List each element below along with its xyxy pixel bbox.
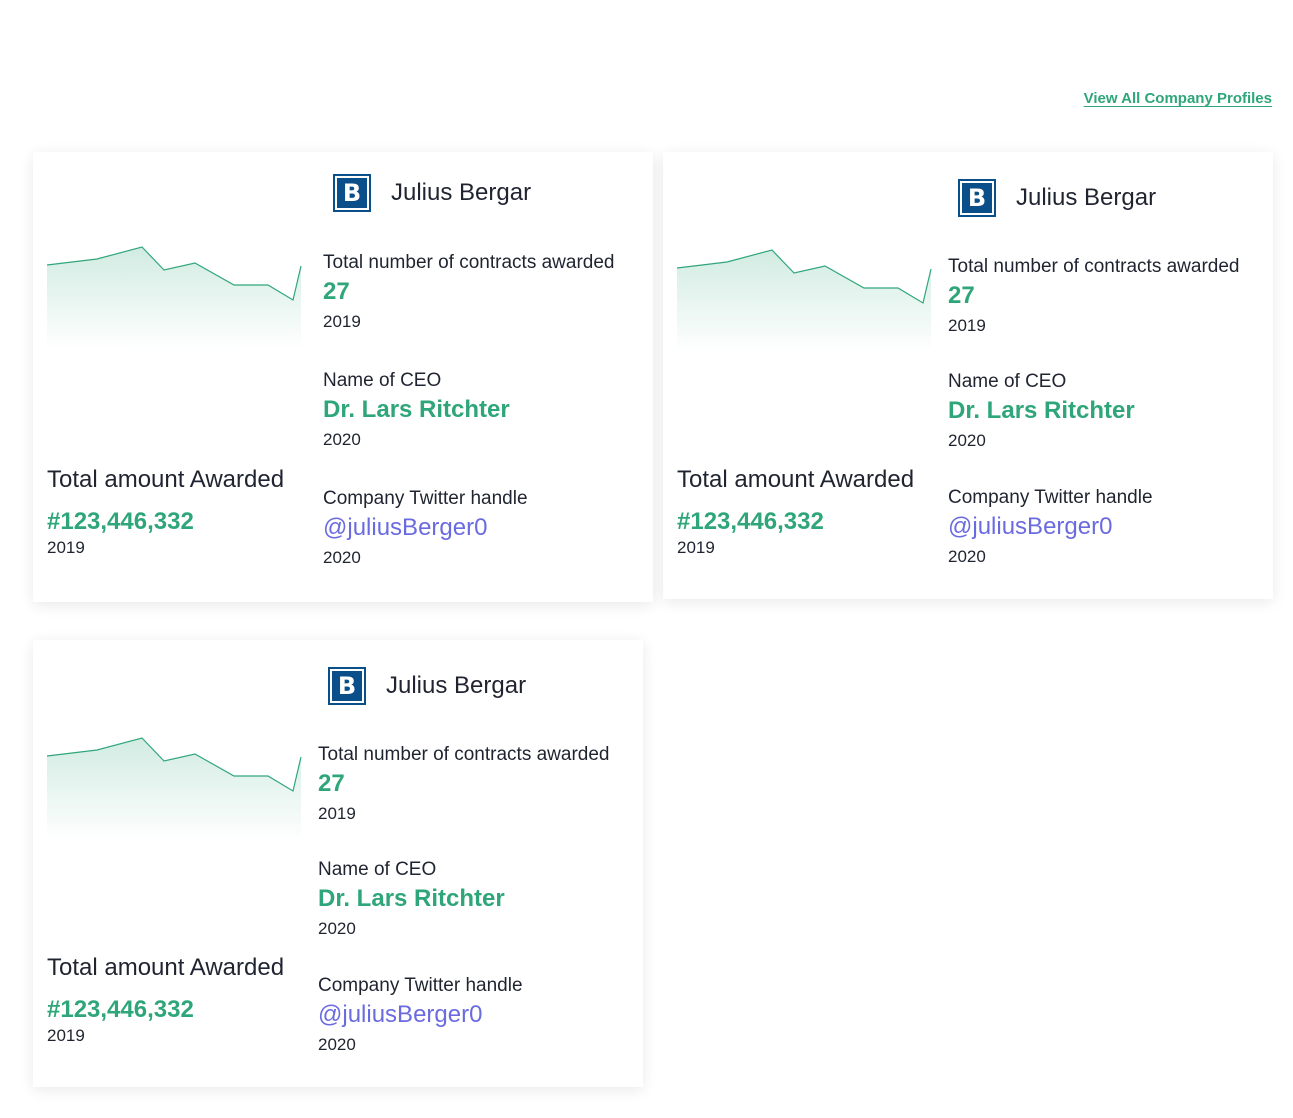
company-header: B Julius Bergar (328, 667, 526, 705)
trend-sparkline-icon (47, 246, 302, 350)
amount-value: #123,446,332 (47, 508, 194, 535)
contracts-value: 27 (318, 770, 345, 797)
twitter-info: Company Twitter handle @juliusBerger0 20… (318, 975, 523, 1055)
twitter-info: Company Twitter handle @juliusBerger0 20… (948, 487, 1153, 567)
logo-letter: B (337, 178, 367, 208)
company-name: Julius Bergar (391, 179, 532, 206)
ceo-label: Name of CEO (323, 370, 442, 391)
amount-label: Total amount Awarded (47, 954, 285, 981)
twitter-year: 2020 (948, 547, 986, 566)
company-card[interactable]: B Julius Bergar Total number of contract… (33, 640, 643, 1087)
ceo-value: Dr. Lars Ritchter (948, 397, 1135, 424)
company-logo-icon: B (958, 179, 996, 217)
company-card[interactable]: B Julius Bergar Total number of contract… (33, 152, 653, 602)
amount-label: Total amount Awarded (677, 466, 915, 493)
amount-awarded-block: Total amount Awarded #123,446,332 2019 (677, 466, 914, 558)
contracts-label: Total number of contracts awarded (318, 744, 610, 765)
twitter-handle-link[interactable]: @juliusBerger0 (323, 514, 528, 542)
amount-awarded-block: Total amount Awarded #123,446,332 2019 (47, 954, 284, 1046)
ceo-value: Dr. Lars Ritchter (318, 885, 505, 912)
amount-value: #123,446,332 (677, 508, 824, 535)
contracts-label: Total number of contracts awarded (948, 256, 1240, 277)
ceo-info: Name of CEO Dr. Lars Ritchter 2020 (318, 859, 505, 939)
company-logo-icon: B (328, 667, 366, 705)
contracts-value: 27 (948, 282, 975, 309)
trend-sparkline-icon (677, 249, 932, 353)
amount-value: #123,446,332 (47, 996, 194, 1023)
ceo-label: Name of CEO (318, 859, 437, 880)
company-profiles-page: View All Company Profiles B Julius Berga… (0, 0, 1293, 1118)
amount-awarded-block: Total amount Awarded #123,446,332 2019 (47, 466, 284, 558)
twitter-year: 2020 (318, 1035, 356, 1054)
ceo-info: Name of CEO Dr. Lars Ritchter 2020 (323, 370, 510, 450)
company-name: Julius Bergar (386, 672, 527, 699)
company-card[interactable]: B Julius Bergar Total number of contract… (663, 152, 1273, 599)
twitter-handle-link[interactable]: @juliusBerger0 (948, 513, 1153, 541)
twitter-label: Company Twitter handle (318, 975, 523, 996)
contracts-info: Total number of contracts awarded 27 201… (948, 256, 1240, 336)
ceo-year: 2020 (318, 919, 356, 938)
twitter-handle-link[interactable]: @juliusBerger0 (318, 1001, 523, 1029)
twitter-label: Company Twitter handle (948, 487, 1153, 508)
ceo-info: Name of CEO Dr. Lars Ritchter 2020 (948, 371, 1135, 451)
contracts-year: 2019 (948, 316, 986, 335)
twitter-year: 2020 (323, 548, 361, 567)
company-name: Julius Bergar (1016, 184, 1157, 211)
amount-year: 2019 (47, 1026, 85, 1045)
ceo-year: 2020 (948, 431, 986, 450)
view-all-company-profiles-link[interactable]: View All Company Profiles (1084, 90, 1272, 107)
logo-letter: B (332, 671, 362, 701)
contracts-info: Total number of contracts awarded 27 201… (318, 744, 610, 824)
trend-sparkline-icon (47, 737, 302, 841)
amount-year: 2019 (677, 538, 715, 557)
contracts-label: Total number of contracts awarded (323, 252, 615, 273)
company-header: B Julius Bergar (958, 179, 1156, 217)
ceo-value: Dr. Lars Ritchter (323, 396, 510, 423)
contracts-value: 27 (323, 278, 350, 305)
ceo-label: Name of CEO (948, 371, 1067, 392)
amount-label: Total amount Awarded (47, 466, 285, 493)
company-logo-icon: B (333, 174, 371, 212)
amount-year: 2019 (47, 538, 85, 557)
contracts-year: 2019 (318, 804, 356, 823)
twitter-info: Company Twitter handle @juliusBerger0 20… (323, 488, 528, 568)
contracts-year: 2019 (323, 312, 361, 331)
company-header: B Julius Bergar (333, 174, 531, 212)
logo-letter: B (962, 183, 992, 213)
twitter-label: Company Twitter handle (323, 488, 528, 509)
contracts-info: Total number of contracts awarded 27 201… (323, 252, 615, 332)
ceo-year: 2020 (323, 430, 361, 449)
